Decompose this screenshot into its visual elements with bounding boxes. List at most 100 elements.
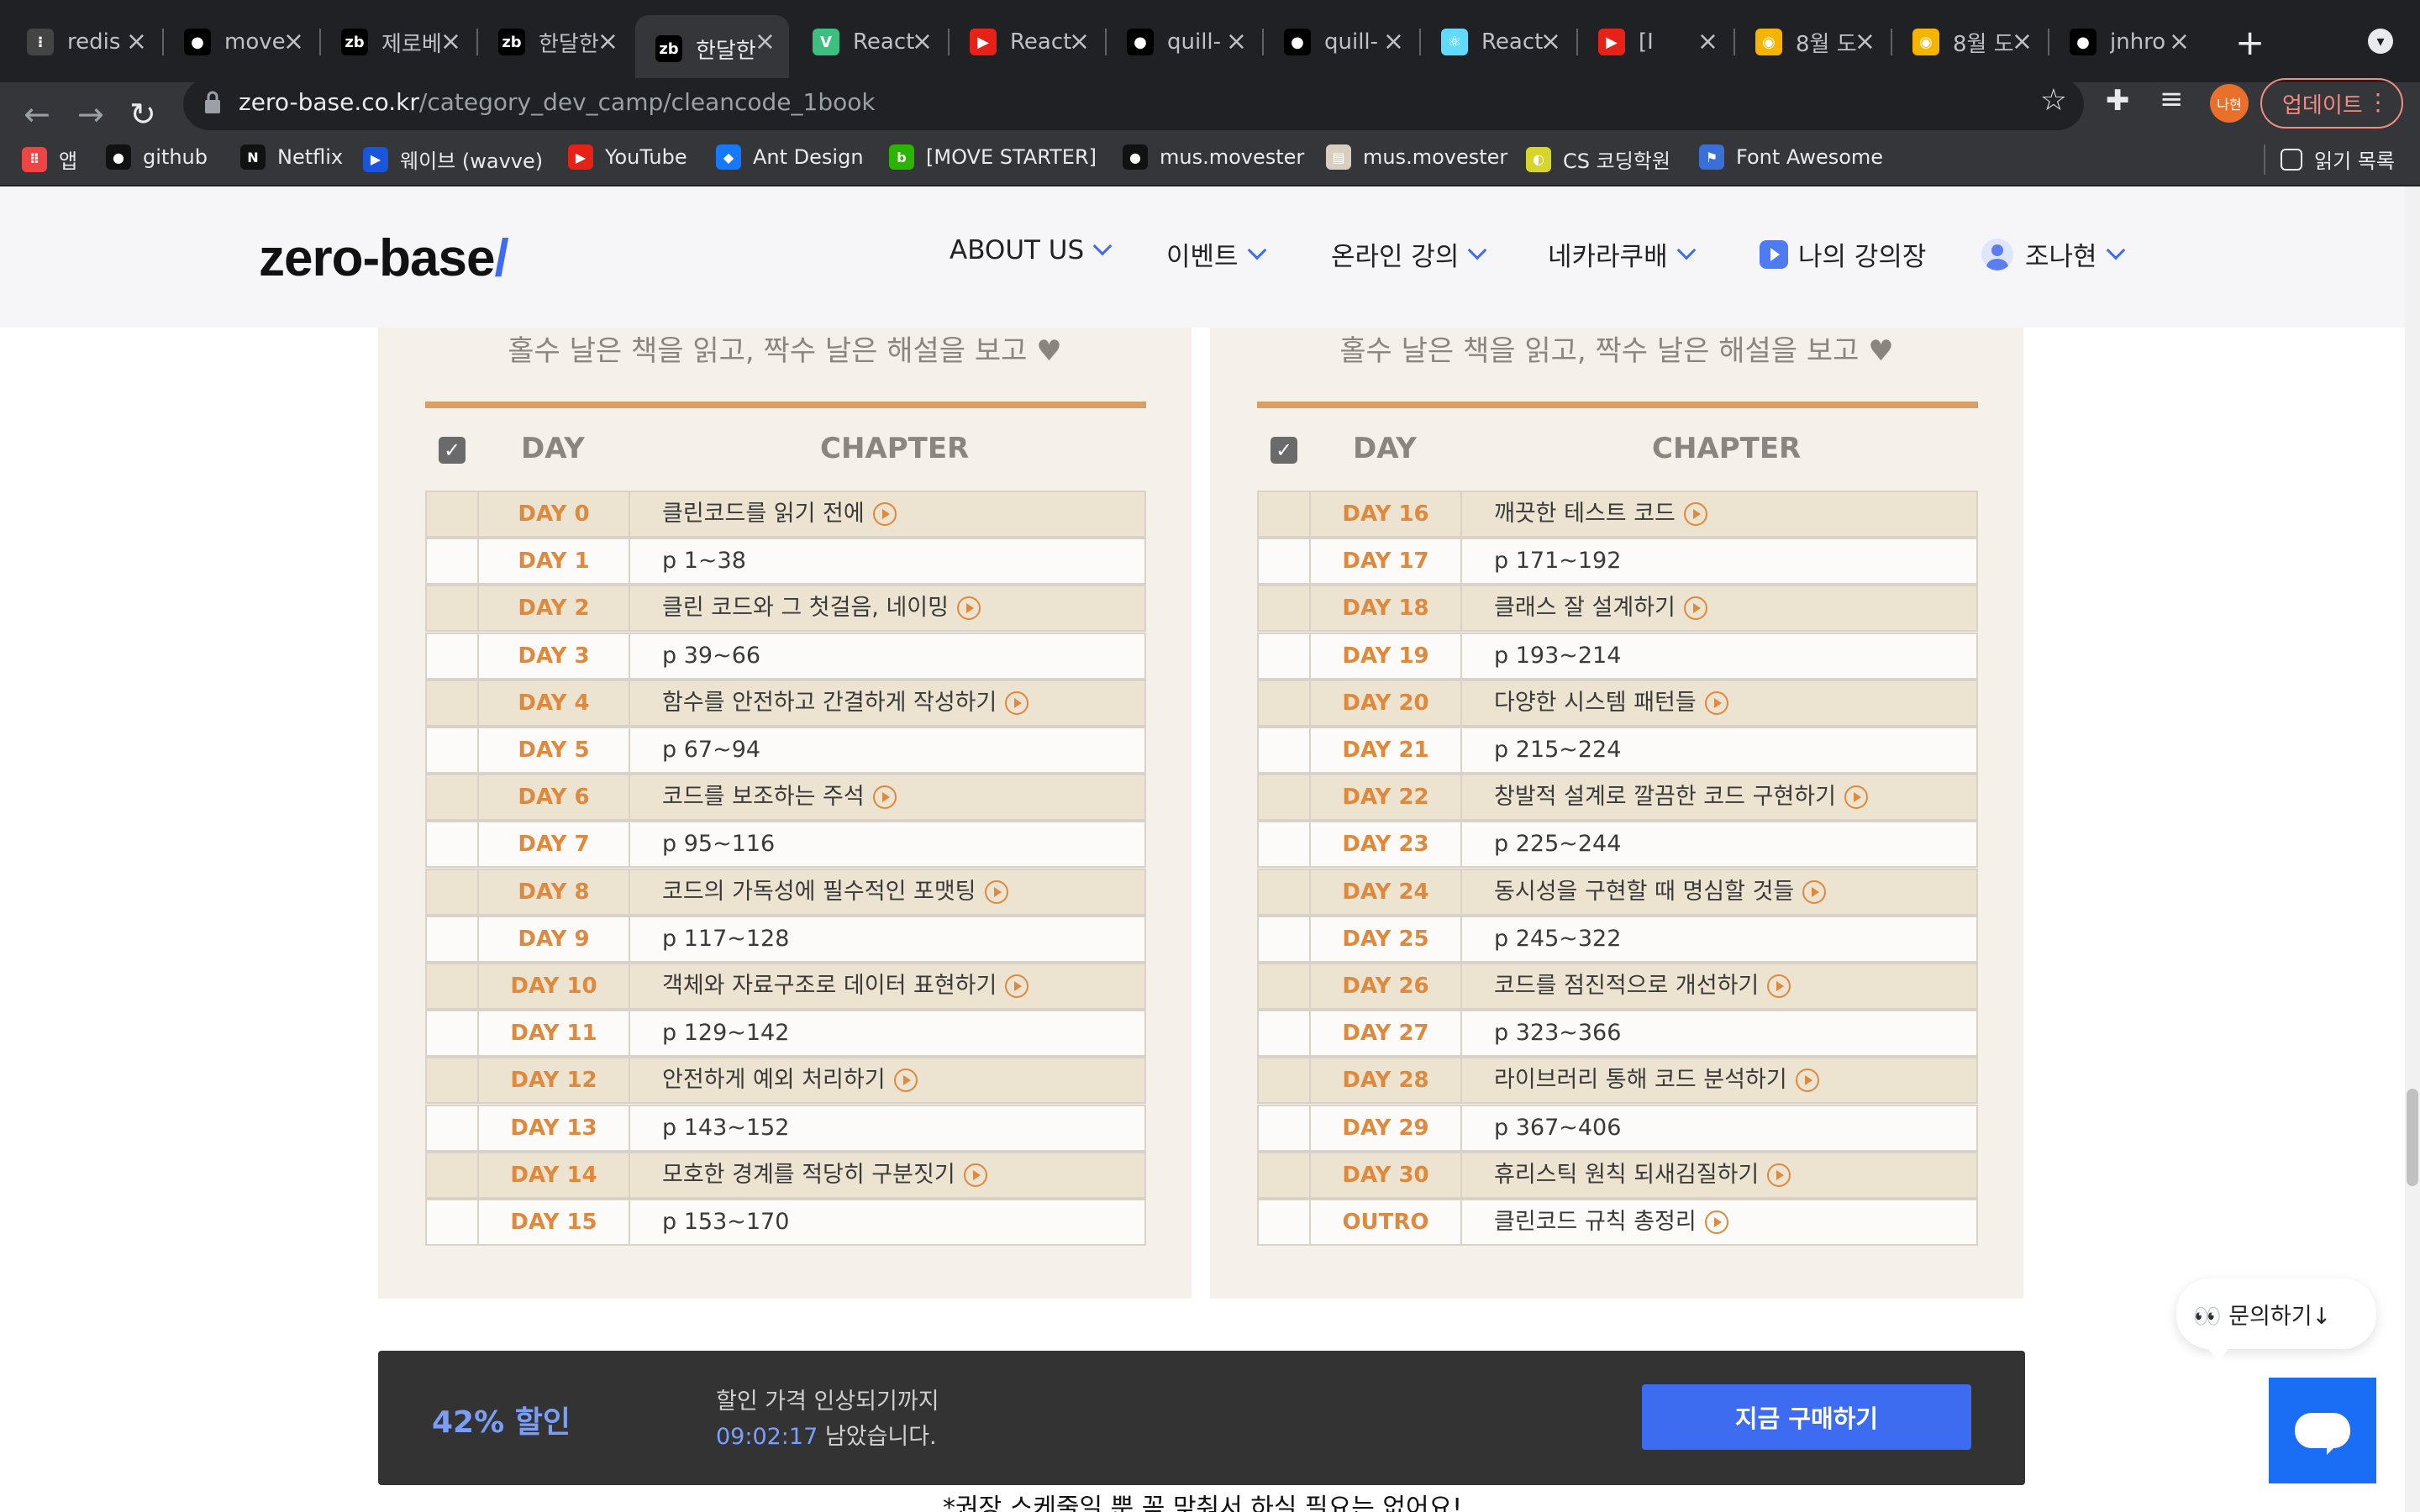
row-checkbox[interactable] bbox=[427, 916, 479, 961]
row-checkbox[interactable] bbox=[427, 680, 479, 725]
row-checkbox[interactable] bbox=[427, 1058, 479, 1103]
close-tab-icon[interactable]: × bbox=[755, 27, 776, 56]
close-tab-icon[interactable]: × bbox=[2169, 27, 2190, 56]
browser-tab[interactable]: ● move × bbox=[164, 15, 318, 69]
play-circle-icon[interactable] bbox=[1844, 785, 1868, 810]
inquiry-bubble[interactable]: 👀 문의하기↓ bbox=[2176, 1278, 2376, 1349]
media-queue-icon[interactable]: ≡ bbox=[2160, 82, 2184, 116]
play-circle-icon[interactable] bbox=[872, 785, 897, 810]
row-checkbox[interactable] bbox=[427, 539, 479, 584]
browser-tab[interactable]: zb 한달한 × bbox=[635, 15, 789, 82]
browser-tab[interactable]: ◉ 8월 도 × bbox=[1735, 15, 1889, 69]
browser-tab[interactable]: zb 제로베 × bbox=[321, 15, 475, 69]
close-tab-icon[interactable]: × bbox=[440, 27, 461, 56]
extensions-puzzle-icon[interactable]: ✚ bbox=[2106, 84, 2130, 118]
row-checkbox[interactable] bbox=[427, 869, 479, 914]
browser-tab[interactable]: ● quill- × bbox=[1264, 15, 1418, 69]
bookmark-item[interactable]: ▶ YouTube bbox=[568, 144, 687, 170]
close-tab-icon[interactable]: × bbox=[2012, 27, 2033, 56]
bookmark-item[interactable]: ◐ CS 코딩학원 bbox=[1526, 144, 1670, 174]
play-circle-icon[interactable] bbox=[984, 879, 1008, 904]
play-circle-icon[interactable] bbox=[893, 1068, 918, 1093]
close-tab-icon[interactable]: × bbox=[1069, 27, 1090, 56]
profile-avatar[interactable]: 나현 bbox=[2210, 84, 2249, 123]
row-checkbox[interactable] bbox=[427, 1152, 479, 1197]
row-checkbox[interactable] bbox=[1259, 680, 1311, 725]
row-checkbox[interactable] bbox=[1259, 822, 1311, 867]
close-tab-icon[interactable]: × bbox=[597, 27, 618, 56]
play-circle-icon[interactable] bbox=[1704, 690, 1728, 715]
close-tab-icon[interactable]: × bbox=[1540, 27, 1561, 56]
back-button[interactable]: ← bbox=[24, 96, 50, 133]
bookmark-item[interactable]: ▤ mus.movester bbox=[1326, 144, 1507, 170]
row-checkbox[interactable] bbox=[1259, 492, 1311, 536]
browser-tab[interactable]: ⁝ redis × bbox=[7, 15, 160, 69]
nav-events[interactable]: 이벤트 bbox=[1166, 235, 1266, 273]
row-checkbox[interactable] bbox=[427, 775, 479, 820]
play-circle-icon[interactable] bbox=[1704, 1210, 1728, 1234]
row-checkbox[interactable] bbox=[1259, 539, 1311, 584]
scrollbar-thumb[interactable] bbox=[2407, 1089, 2418, 1186]
play-circle-icon[interactable] bbox=[872, 502, 897, 526]
bookmark-item[interactable]: N Netflix bbox=[240, 144, 343, 170]
play-circle-icon[interactable] bbox=[1767, 974, 1791, 998]
play-circle-icon[interactable] bbox=[1802, 879, 1827, 904]
nav-user-menu[interactable]: 조나현 bbox=[1981, 235, 2125, 273]
browser-tab[interactable]: ⚛ React × bbox=[1421, 15, 1575, 69]
play-circle-icon[interactable] bbox=[1005, 974, 1029, 998]
reading-list[interactable]: 읽기 목록 bbox=[2281, 144, 2395, 174]
nav-online-lectures[interactable]: 온라인 강의 bbox=[1331, 235, 1487, 273]
row-checkbox[interactable] bbox=[1259, 1011, 1311, 1056]
row-checkbox[interactable] bbox=[427, 1011, 479, 1056]
bookmark-item[interactable]: ◆ Ant Design bbox=[716, 144, 864, 170]
row-checkbox[interactable] bbox=[1259, 1105, 1311, 1150]
forward-button[interactable]: → bbox=[77, 96, 104, 133]
nav-nekarakubae[interactable]: 네카라쿠배 bbox=[1548, 235, 1696, 273]
nav-about-us[interactable]: ABOUT US bbox=[950, 235, 1113, 265]
row-checkbox[interactable] bbox=[427, 492, 479, 536]
row-checkbox[interactable] bbox=[1259, 775, 1311, 820]
play-circle-icon[interactable] bbox=[1005, 690, 1029, 715]
nav-my-lectures[interactable]: 나의 강의장 bbox=[1760, 235, 1926, 273]
row-checkbox[interactable] bbox=[1259, 728, 1311, 772]
bookmark-item[interactable]: ⠿ 앱 bbox=[22, 144, 77, 174]
address-bar[interactable]: zero-base.co.kr/category_dev_camp/cleanc… bbox=[183, 78, 2084, 130]
row-checkbox[interactable] bbox=[427, 1200, 479, 1244]
close-tab-icon[interactable]: × bbox=[126, 27, 147, 56]
tab-search-icon[interactable]: ▾ bbox=[2368, 29, 2393, 54]
update-button[interactable]: 업데이트 ⋮ bbox=[2260, 78, 2403, 129]
row-checkbox[interactable] bbox=[427, 728, 479, 772]
row-checkbox[interactable] bbox=[1259, 586, 1311, 631]
bookmark-item[interactable]: ● mus.movester bbox=[1123, 144, 1304, 170]
reload-button[interactable]: ↻ bbox=[129, 96, 156, 133]
zero-base-logo[interactable]: zero-base/ bbox=[259, 228, 509, 288]
bookmark-item[interactable]: ▶ 웨이브 (wavve) bbox=[363, 144, 543, 174]
row-checkbox[interactable] bbox=[427, 1105, 479, 1150]
new-tab-button[interactable]: + bbox=[2235, 22, 2265, 63]
play-circle-icon[interactable] bbox=[1683, 502, 1707, 526]
browser-tab[interactable]: zb 한달한 × bbox=[478, 15, 632, 69]
row-checkbox[interactable] bbox=[427, 822, 479, 867]
play-circle-icon[interactable] bbox=[1683, 596, 1707, 621]
buy-now-button[interactable]: 지금 구매하기 bbox=[1642, 1384, 1971, 1450]
browser-tab[interactable]: V React × bbox=[792, 15, 946, 69]
play-circle-icon[interactable] bbox=[963, 1163, 987, 1187]
close-tab-icon[interactable]: × bbox=[1383, 27, 1404, 56]
scrollbar-track[interactable] bbox=[2405, 186, 2420, 1512]
row-checkbox[interactable] bbox=[1259, 869, 1311, 914]
row-checkbox[interactable] bbox=[427, 964, 479, 1008]
row-checkbox[interactable] bbox=[1259, 1200, 1311, 1244]
row-checkbox[interactable] bbox=[427, 586, 479, 631]
bookmark-item[interactable]: ⚑ Font Awesome bbox=[1699, 144, 1883, 170]
browser-tab[interactable]: ▶ [I × bbox=[1578, 15, 1732, 69]
bookmark-item[interactable]: ● github bbox=[106, 144, 208, 170]
close-tab-icon[interactable]: × bbox=[1854, 27, 1876, 56]
browser-tab[interactable]: ● quill- × bbox=[1107, 15, 1260, 69]
browser-tab[interactable]: ▶ React × bbox=[950, 15, 1103, 69]
row-checkbox[interactable] bbox=[1259, 1058, 1311, 1103]
row-checkbox[interactable] bbox=[427, 633, 479, 678]
close-tab-icon[interactable]: × bbox=[1226, 27, 1247, 56]
bookmark-item[interactable]: b [MOVE STARTER] bbox=[889, 144, 1097, 170]
play-circle-icon[interactable] bbox=[1767, 1163, 1791, 1187]
row-checkbox[interactable] bbox=[1259, 633, 1311, 678]
